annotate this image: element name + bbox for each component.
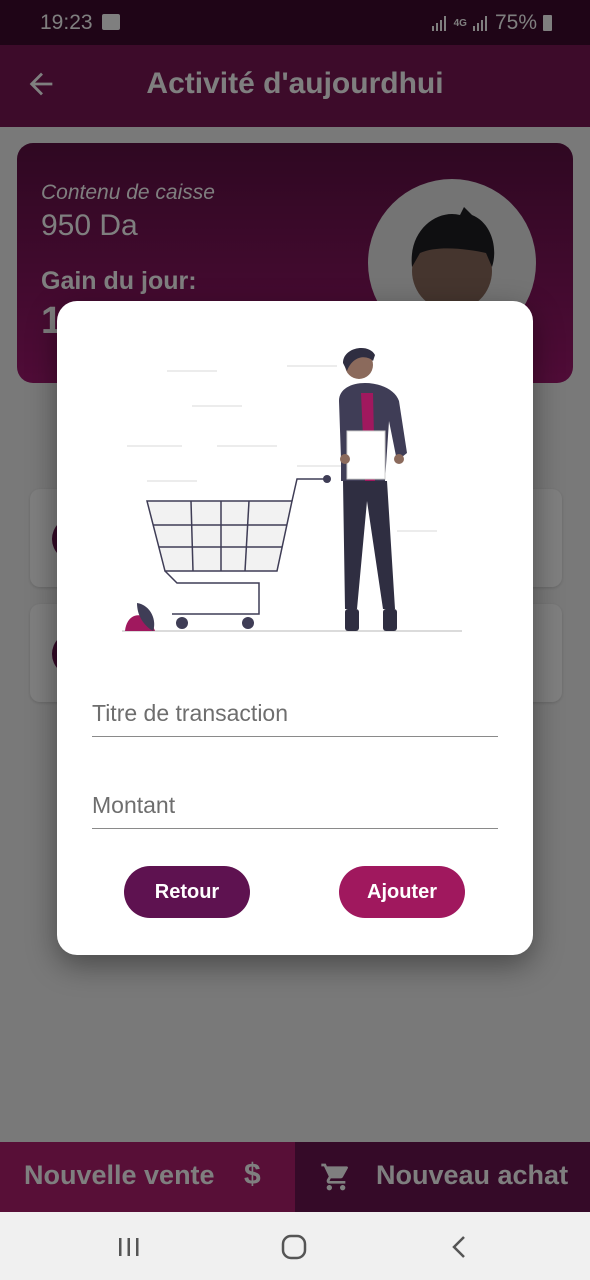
- screen: 19:23 4G 75% Activité d'aujourdhui Conte…: [0, 0, 590, 1280]
- add-button[interactable]: Ajouter: [339, 866, 465, 918]
- cancel-button[interactable]: Retour: [124, 866, 250, 918]
- recents-icon[interactable]: [114, 1232, 144, 1262]
- shopping-illustration: [122, 348, 462, 632]
- amount-field[interactable]: Montant: [92, 778, 498, 829]
- transaction-title-field[interactable]: Titre de transaction: [92, 686, 498, 737]
- add-transaction-dialog: Titre de transaction Montant Retour Ajou…: [57, 301, 533, 955]
- amount-placeholder: Montant: [92, 792, 176, 818]
- home-icon[interactable]: [279, 1232, 309, 1262]
- back-chevron-icon[interactable]: [445, 1232, 475, 1262]
- transaction-title-placeholder: Titre de transaction: [92, 700, 289, 726]
- system-navigation-bar: [0, 1212, 590, 1280]
